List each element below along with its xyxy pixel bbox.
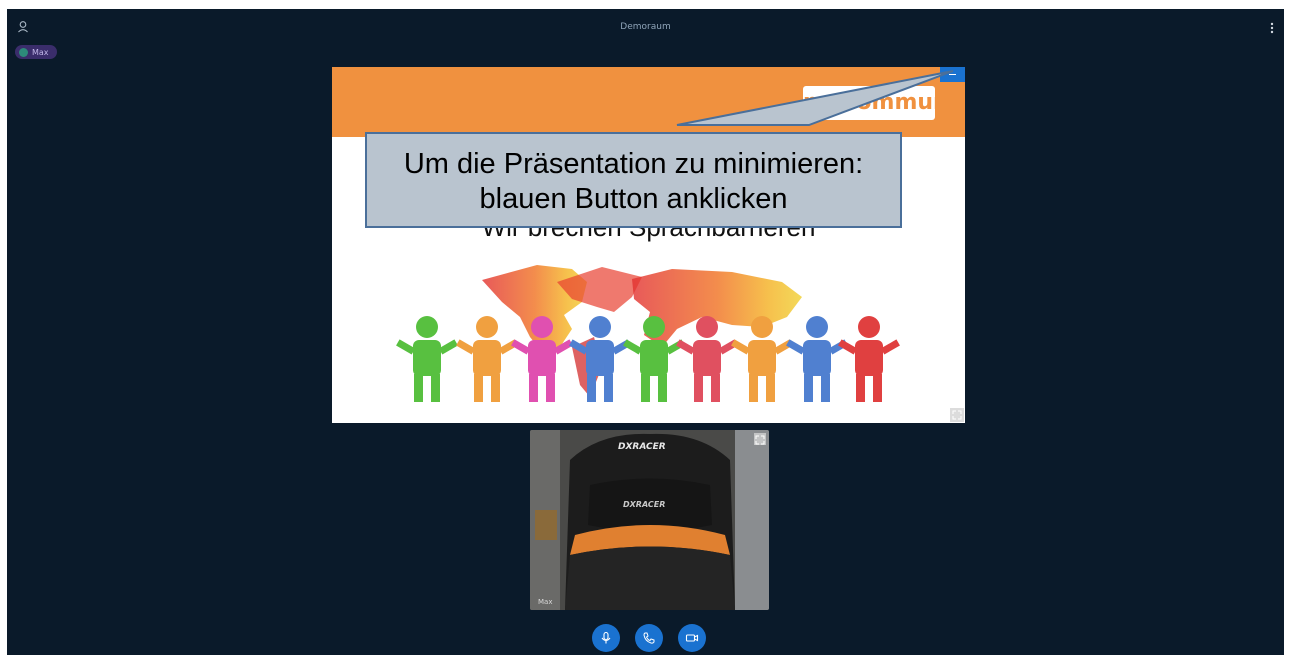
microphone-icon: [601, 631, 611, 644]
callout-line-1: Um die Präsentation zu minimieren:: [403, 148, 864, 180]
video-tile[interactable]: DXRACER DXRACER Max: [530, 430, 769, 610]
video-brand-text-top: DXRACER: [618, 442, 666, 452]
instruction-callout: Um die Präsentation zu minimieren: blaue…: [365, 132, 902, 228]
microphone-button[interactable]: [592, 624, 620, 652]
callout-line-2: blauen Button anklicken: [479, 183, 788, 215]
call-controls: [592, 624, 706, 652]
meeting-room: Demoraum Max myCommunicator Wir brechen …: [7, 9, 1284, 655]
expand-icon[interactable]: [754, 433, 766, 445]
camera-button[interactable]: [678, 624, 706, 652]
video-participant-name: Max: [538, 598, 553, 606]
camera-icon: [685, 634, 699, 642]
video-brand-text-bottom: DXRACER: [623, 500, 666, 509]
phone-button[interactable]: [635, 624, 663, 652]
camera-feed: [530, 430, 769, 610]
phone-icon: [643, 632, 655, 644]
